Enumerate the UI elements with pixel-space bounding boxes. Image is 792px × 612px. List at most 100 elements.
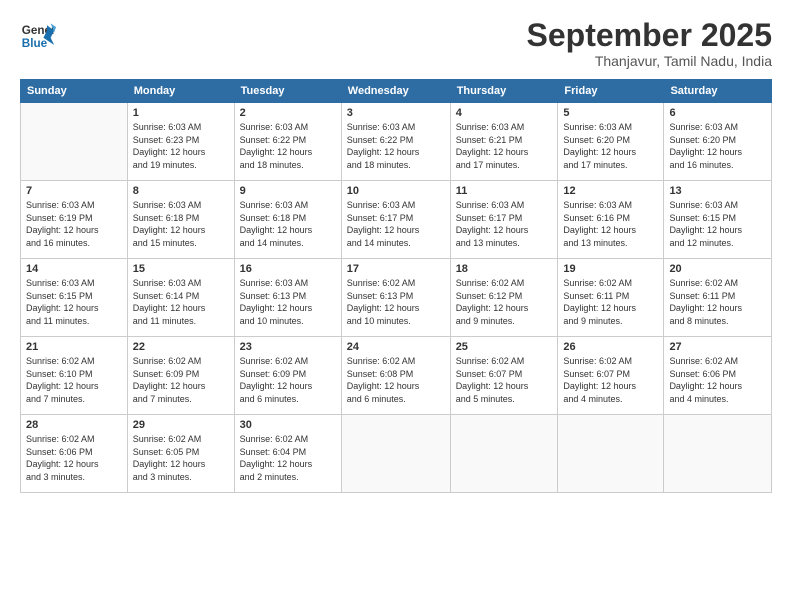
page: General Blue September 2025 Thanjavur, T…	[0, 0, 792, 612]
day-info: Sunrise: 6:02 AMSunset: 6:07 PMDaylight:…	[456, 355, 553, 405]
day-info: Sunrise: 6:03 AMSunset: 6:15 PMDaylight:…	[669, 199, 766, 249]
day-info: Sunrise: 6:03 AMSunset: 6:13 PMDaylight:…	[240, 277, 336, 327]
day-cell: 10 Sunrise: 6:03 AMSunset: 6:17 PMDayligh…	[341, 181, 450, 259]
day-info: Sunrise: 6:02 AMSunset: 6:05 PMDaylight:…	[133, 433, 229, 483]
day-cell: 18Sunrise: 6:02 AMSunset: 6:12 PMDayligh…	[450, 259, 558, 337]
day-number: 15	[133, 263, 229, 275]
day-info: Sunrise: 6:03 AMSunset: 6:19 PMDaylight:…	[26, 199, 122, 249]
day-number: 24	[347, 341, 445, 353]
month-title: September 2025	[527, 18, 772, 53]
day-cell: 26 Sunrise: 6:02 AMSunset: 6:07 PMDayligh…	[558, 337, 664, 415]
day-number: 18	[456, 263, 553, 275]
day-number: 12	[563, 185, 658, 197]
day-number: 20	[669, 263, 766, 275]
day-cell: 24 Sunrise: 6:02 AMSunset: 6:08 PMDayligh…	[341, 337, 450, 415]
day-cell: 29Sunrise: 6:02 AMSunset: 6:05 PMDayligh…	[127, 415, 234, 493]
day-cell: 22 Sunrise: 6:02 AMSunset: 6:09 PMDayligh…	[127, 337, 234, 415]
day-cell: 20 Sunrise: 6:02 AMSunset: 6:11 PMDayligh…	[664, 259, 772, 337]
title-area: September 2025 Thanjavur, Tamil Nadu, In…	[527, 18, 772, 69]
col-header-sunday: Sunday	[21, 80, 128, 103]
day-number: 30	[240, 419, 336, 431]
logo: General Blue	[20, 18, 56, 54]
day-cell	[341, 415, 450, 493]
col-header-tuesday: Tuesday	[234, 80, 341, 103]
day-info: Sunrise: 6:02 AMSunset: 6:09 PMDaylight:…	[133, 355, 229, 405]
day-cell: 30 Sunrise: 6:02 AMSunset: 6:04 PMDayligh…	[234, 415, 341, 493]
col-header-thursday: Thursday	[450, 80, 558, 103]
day-number: 5	[563, 107, 658, 119]
day-info: Sunrise: 6:02 AMSunset: 6:07 PMDaylight:…	[563, 355, 658, 405]
day-cell: 3 Sunrise: 6:03 AMSunset: 6:22 PMDaylight…	[341, 103, 450, 181]
day-cell: 16 Sunrise: 6:03 AMSunset: 6:13 PMDayligh…	[234, 259, 341, 337]
day-info: Sunrise: 6:02 AMSunset: 6:06 PMDaylight:…	[669, 355, 766, 405]
day-cell	[450, 415, 558, 493]
day-cell: 11 Sunrise: 6:03 AMSunset: 6:17 PMDayligh…	[450, 181, 558, 259]
day-info: Sunrise: 6:03 AMSunset: 6:23 PMDaylight:…	[133, 121, 229, 171]
day-cell: 2 Sunrise: 6:03 AMSunset: 6:22 PMDaylight…	[234, 103, 341, 181]
col-header-wednesday: Wednesday	[341, 80, 450, 103]
day-number: 25	[456, 341, 553, 353]
day-number: 16	[240, 263, 336, 275]
day-info: Sunrise: 6:02 AMSunset: 6:13 PMDaylight:…	[347, 277, 445, 327]
day-info: Sunrise: 6:03 AMSunset: 6:16 PMDaylight:…	[563, 199, 658, 249]
week-row-1: 1 Sunrise: 6:03 AMSunset: 6:23 PMDaylight…	[21, 103, 772, 181]
day-number: 26	[563, 341, 658, 353]
day-cell: 5 Sunrise: 6:03 AMSunset: 6:20 PMDaylight…	[558, 103, 664, 181]
day-info: Sunrise: 6:02 AMSunset: 6:08 PMDaylight:…	[347, 355, 445, 405]
day-info: Sunrise: 6:03 AMSunset: 6:20 PMDaylight:…	[563, 121, 658, 171]
day-info: Sunrise: 6:02 AMSunset: 6:04 PMDaylight:…	[240, 433, 336, 483]
day-number: 9	[240, 185, 336, 197]
day-number: 10	[347, 185, 445, 197]
day-info: Sunrise: 6:02 AMSunset: 6:09 PMDaylight:…	[240, 355, 336, 405]
day-cell	[558, 415, 664, 493]
day-number: 11	[456, 185, 553, 197]
day-number: 14	[26, 263, 122, 275]
day-number: 17	[347, 263, 445, 275]
day-cell: 6 Sunrise: 6:03 AMSunset: 6:20 PMDaylight…	[664, 103, 772, 181]
day-number: 7	[26, 185, 122, 197]
day-cell: 14 Sunrise: 6:03 AMSunset: 6:15 PMDayligh…	[21, 259, 128, 337]
day-cell: 7 Sunrise: 6:03 AMSunset: 6:19 PMDaylight…	[21, 181, 128, 259]
col-header-saturday: Saturday	[664, 80, 772, 103]
calendar-table: SundayMondayTuesdayWednesdayThursdayFrid…	[20, 79, 772, 493]
day-info: Sunrise: 6:03 AMSunset: 6:14 PMDaylight:…	[133, 277, 229, 327]
day-cell: 4Sunrise: 6:03 AMSunset: 6:21 PMDaylight…	[450, 103, 558, 181]
day-cell: 23 Sunrise: 6:02 AMSunset: 6:09 PMDayligh…	[234, 337, 341, 415]
day-cell: 1 Sunrise: 6:03 AMSunset: 6:23 PMDaylight…	[127, 103, 234, 181]
header-row: SundayMondayTuesdayWednesdayThursdayFrid…	[21, 80, 772, 103]
day-number: 22	[133, 341, 229, 353]
day-info: Sunrise: 6:02 AMSunset: 6:11 PMDaylight:…	[669, 277, 766, 327]
col-header-friday: Friday	[558, 80, 664, 103]
day-info: Sunrise: 6:03 AMSunset: 6:22 PMDaylight:…	[347, 121, 445, 171]
day-cell: 15 Sunrise: 6:03 AMSunset: 6:14 PMDayligh…	[127, 259, 234, 337]
day-cell: 9 Sunrise: 6:03 AMSunset: 6:18 PMDaylight…	[234, 181, 341, 259]
day-number: 2	[240, 107, 336, 119]
day-info: Sunrise: 6:03 AMSunset: 6:17 PMDaylight:…	[347, 199, 445, 249]
day-number: 8	[133, 185, 229, 197]
day-number: 3	[347, 107, 445, 119]
day-info: Sunrise: 6:03 AMSunset: 6:18 PMDaylight:…	[133, 199, 229, 249]
day-info: Sunrise: 6:03 AMSunset: 6:17 PMDaylight:…	[456, 199, 553, 249]
day-cell: 25 Sunrise: 6:02 AMSunset: 6:07 PMDayligh…	[450, 337, 558, 415]
header: General Blue September 2025 Thanjavur, T…	[20, 18, 772, 69]
day-number: 23	[240, 341, 336, 353]
day-number: 28	[26, 419, 122, 431]
day-info: Sunrise: 6:02 AMSunset: 6:11 PMDaylight:…	[563, 277, 658, 327]
day-info: Sunrise: 6:02 AMSunset: 6:10 PMDaylight:…	[26, 355, 122, 405]
day-cell: 21Sunrise: 6:02 AMSunset: 6:10 PMDayligh…	[21, 337, 128, 415]
day-number: 6	[669, 107, 766, 119]
day-cell	[21, 103, 128, 181]
week-row-4: 21Sunrise: 6:02 AMSunset: 6:10 PMDayligh…	[21, 337, 772, 415]
day-info: Sunrise: 6:02 AMSunset: 6:06 PMDaylight:…	[26, 433, 122, 483]
week-row-5: 28 Sunrise: 6:02 AMSunset: 6:06 PMDayligh…	[21, 415, 772, 493]
day-info: Sunrise: 6:03 AMSunset: 6:20 PMDaylight:…	[669, 121, 766, 171]
day-cell: 13Sunrise: 6:03 AMSunset: 6:15 PMDayligh…	[664, 181, 772, 259]
day-cell: 27Sunrise: 6:02 AMSunset: 6:06 PMDayligh…	[664, 337, 772, 415]
day-cell: 12 Sunrise: 6:03 AMSunset: 6:16 PMDayligh…	[558, 181, 664, 259]
day-info: Sunrise: 6:03 AMSunset: 6:18 PMDaylight:…	[240, 199, 336, 249]
day-cell: 19Sunrise: 6:02 AMSunset: 6:11 PMDayligh…	[558, 259, 664, 337]
day-info: Sunrise: 6:03 AMSunset: 6:15 PMDaylight:…	[26, 277, 122, 327]
day-info: Sunrise: 6:03 AMSunset: 6:22 PMDaylight:…	[240, 121, 336, 171]
logo-icon: General Blue	[20, 18, 56, 54]
day-number: 1	[133, 107, 229, 119]
